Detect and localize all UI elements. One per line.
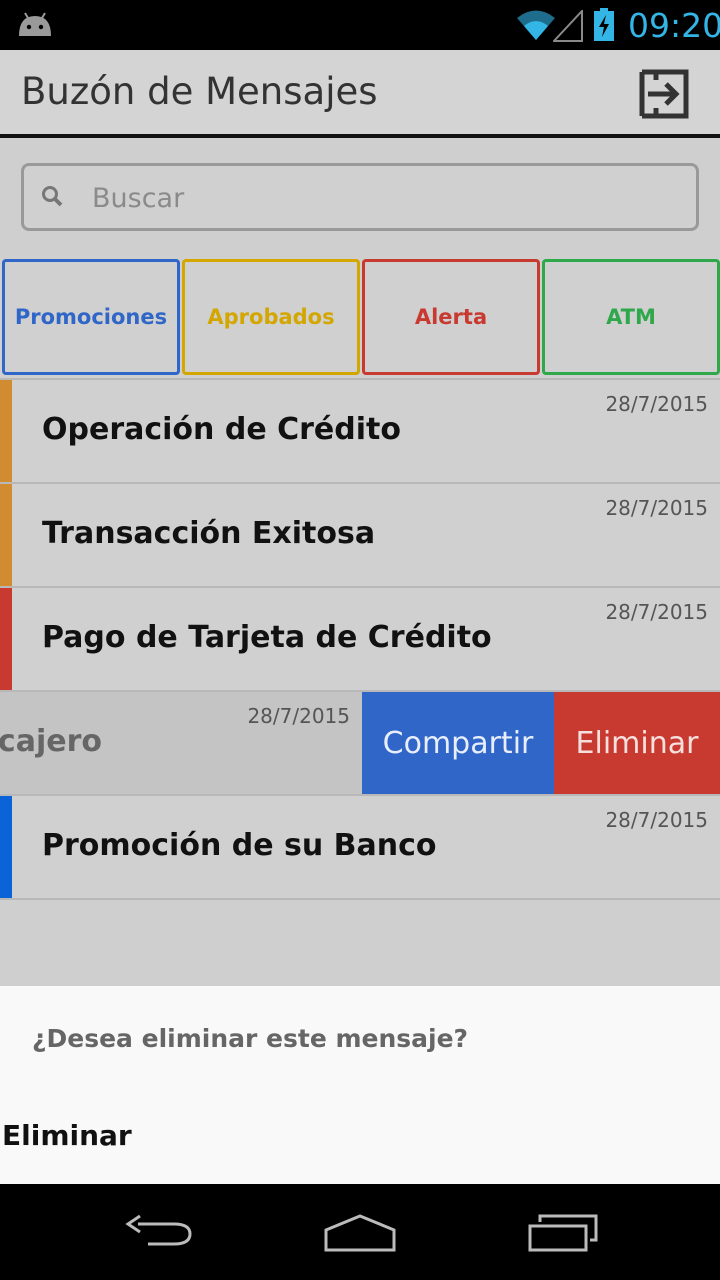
message-title: Transacción Exitosa (42, 516, 376, 551)
list-item[interactable]: Pago de Tarjeta de Crédito 28/7/2015 (0, 588, 720, 690)
signal-icon (551, 8, 583, 47)
filter-tab-alerta[interactable]: Alerta (362, 259, 540, 375)
wifi-icon (516, 9, 556, 46)
status-bar: 09:20 (0, 0, 720, 50)
list-item[interactable]: Operación de Crédito 28/7/2015 (0, 380, 720, 482)
message-title: e cajero (0, 724, 102, 759)
message-title: Operación de Crédito (42, 412, 401, 447)
confirm-delete-button[interactable]: Eliminar (2, 1119, 132, 1152)
delete-button-label: Eliminar (575, 725, 699, 761)
share-button[interactable]: Compartir (362, 692, 554, 794)
search-box[interactable] (21, 163, 699, 231)
category-accent (0, 588, 12, 690)
message-title: Promoción de su Banco (42, 828, 437, 863)
android-debug-icon (16, 10, 54, 43)
filter-tab-aprobados[interactable]: Aprobados (182, 259, 360, 375)
exit-to-app-icon (639, 69, 689, 119)
message-date: 28/7/2015 (605, 600, 708, 624)
category-accent (0, 380, 12, 482)
recent-apps-icon[interactable] (526, 1212, 600, 1259)
filter-tab-label: Alerta (414, 305, 488, 329)
category-accent (0, 796, 12, 898)
filter-tab-label: ATM (606, 305, 656, 329)
swiped-item-content[interactable]: e cajero 28/7/2015 (0, 692, 362, 794)
message-date: 28/7/2015 (605, 496, 708, 520)
share-button-label: Compartir (382, 725, 534, 761)
swiped-list-item[interactable]: e cajero 28/7/2015 Compartir Eliminar (0, 692, 720, 794)
app-bar-divider (0, 134, 720, 138)
list-item[interactable]: Transacción Exitosa 28/7/2015 (0, 484, 720, 586)
delete-confirmation-dialog: ¿Desea eliminar este mensaje? Eliminar (0, 986, 720, 1184)
search-icon (40, 184, 66, 215)
delete-button[interactable]: Eliminar (554, 692, 720, 794)
message-date: 28/7/2015 (605, 392, 708, 416)
page-title: Buzón de Mensajes (21, 70, 378, 113)
navigation-bar (0, 1184, 720, 1280)
app-bar: Buzón de Mensajes (0, 50, 720, 134)
battery-charging-icon (593, 8, 615, 47)
filter-tab-label: Aprobados (207, 305, 335, 329)
back-icon[interactable] (124, 1214, 196, 1259)
message-date: 28/7/2015 (247, 704, 350, 728)
message-title: Pago de Tarjeta de Crédito (42, 620, 492, 655)
list-item[interactable]: Promoción de su Banco 28/7/2015 (0, 796, 720, 898)
dialog-message: ¿Desea eliminar este mensaje? (32, 1024, 469, 1053)
search-input[interactable] (92, 178, 672, 218)
list-divider (0, 898, 720, 900)
message-date: 28/7/2015 (605, 808, 708, 832)
filter-tab-atm[interactable]: ATM (542, 259, 720, 375)
filter-tab-promociones[interactable]: Promociones (2, 259, 180, 375)
filter-tab-label: Promociones (14, 305, 168, 329)
home-icon[interactable] (322, 1214, 398, 1259)
status-time: 09:20 (628, 6, 720, 45)
exit-button[interactable] (636, 68, 692, 120)
category-accent (0, 484, 12, 586)
